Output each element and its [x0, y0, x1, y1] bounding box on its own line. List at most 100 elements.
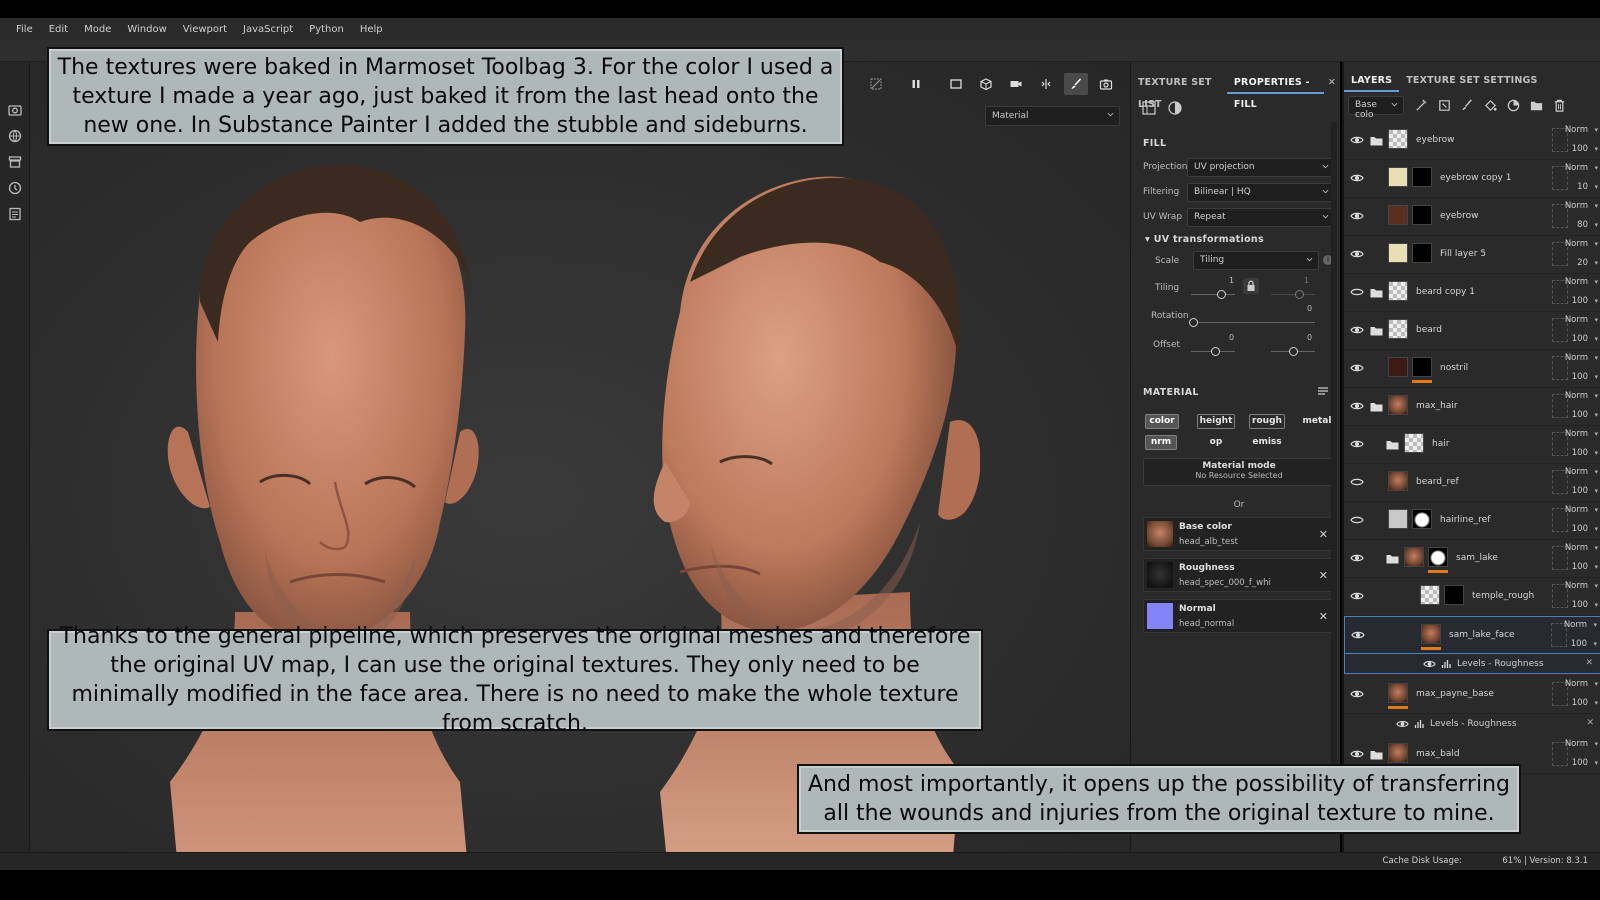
close-icon[interactable]: ✕ [1319, 610, 1328, 623]
chevron-down-icon[interactable]: ▾ [1594, 699, 1598, 707]
filtering-select[interactable]: Bilinear | HQ [1187, 183, 1335, 202]
layer-blend-mode[interactable]: Norm [1565, 467, 1588, 477]
eye-icon[interactable] [1423, 659, 1436, 669]
chevron-down-icon[interactable]: ▾ [1593, 640, 1597, 648]
eye-icon[interactable] [1351, 630, 1365, 640]
layer-row[interactable]: Fill layer 5 Norm ▾ 20 ▾ [1344, 236, 1600, 274]
chevron-down-icon[interactable]: ▾ [1594, 411, 1598, 419]
layer-blend-mode[interactable]: Norm [1565, 739, 1588, 749]
layer-row[interactable]: max_payne_base Norm ▾ 100 ▾ [1344, 676, 1600, 714]
layer-opacity[interactable]: 100 [1572, 410, 1588, 420]
chevron-down-icon[interactable]: ▾ [1594, 183, 1598, 191]
chevron-down-icon[interactable]: ▾ [1594, 506, 1598, 514]
chevron-down-icon[interactable]: ▾ [1594, 601, 1598, 609]
folder-icon[interactable] [1370, 136, 1383, 146]
layer-opacity[interactable]: 100 [1572, 600, 1588, 610]
layer-blend-mode[interactable]: Norm [1565, 391, 1588, 401]
normal-resource[interactable]: Normal head_normal ✕ [1143, 599, 1335, 633]
layer-effect-row[interactable]: Levels - Roughness ✕ [1344, 714, 1600, 734]
layer-opacity[interactable]: 80 [1577, 220, 1588, 230]
viewport-mode-select[interactable]: Material [985, 106, 1120, 126]
layer-blend-mode[interactable]: Norm [1565, 581, 1588, 591]
scale-select[interactable]: Tiling [1193, 251, 1319, 270]
layer-row[interactable]: hairline_ref Norm ▾ 100 ▾ [1344, 502, 1600, 540]
chevron-down-icon[interactable]: ▾ [1594, 449, 1598, 457]
eye-icon[interactable] [1350, 553, 1364, 563]
rotation-slider-handle[interactable] [1189, 318, 1198, 327]
paint-layer-icon[interactable] [1460, 98, 1475, 113]
cube-icon[interactable] [974, 73, 998, 95]
layer-opacity[interactable]: 100 [1572, 562, 1588, 572]
folder-icon[interactable] [1370, 402, 1383, 412]
properties-scrollbar[interactable] [1331, 122, 1337, 802]
layer-blend-mode[interactable]: Norm [1565, 125, 1588, 135]
tab-properties-fill[interactable]: PROPERTIES - FILL [1226, 72, 1324, 110]
layer-blend-mode[interactable]: Norm [1565, 163, 1588, 173]
chevron-down-icon[interactable]: ▾ [1594, 487, 1598, 495]
hide-icon[interactable] [864, 73, 888, 95]
chevron-down-icon[interactable]: ▾ [1594, 544, 1598, 552]
layer-row[interactable]: beard copy 1 Norm ▾ 100 ▾ [1344, 274, 1600, 312]
tab-texture-set-settings[interactable]: TEXTURE SET SETTINGS [1399, 70, 1544, 92]
lock-icon[interactable] [1243, 278, 1259, 294]
screenshot-camera-icon[interactable] [1094, 73, 1118, 95]
layer-mask-thumbnail[interactable] [1428, 547, 1448, 567]
fill-layer-icon[interactable] [1483, 98, 1498, 113]
menu-window[interactable]: Window [119, 24, 174, 35]
channel-rough-toggle[interactable]: rough [1249, 414, 1285, 429]
chevron-down-icon[interactable]: ▾ [1594, 468, 1598, 476]
chevron-down-icon[interactable]: ▾ [1594, 297, 1598, 305]
channel-nrm-toggle[interactable]: nrm [1145, 435, 1177, 450]
offset-slider-b-handle[interactable] [1289, 347, 1298, 356]
tiling-slider-b-handle[interactable] [1295, 290, 1304, 299]
eye-icon[interactable] [1350, 515, 1364, 525]
layer-mask-thumbnail[interactable] [1444, 585, 1464, 605]
material-mode-box[interactable]: Material mode No Resource Selected [1143, 458, 1335, 486]
chevron-down-icon[interactable]: ▾ [1594, 259, 1598, 267]
layer-opacity[interactable]: 100 [1572, 698, 1588, 708]
layer-row[interactable]: temple_rough Norm ▾ 100 ▾ [1344, 578, 1600, 616]
eye-icon[interactable] [1350, 401, 1364, 411]
offset-slider-a-handle[interactable] [1211, 347, 1220, 356]
eye-icon[interactable] [1350, 477, 1364, 487]
shelf-icon[interactable] [7, 154, 23, 170]
layer-blend-mode[interactable]: Norm [1565, 679, 1588, 689]
log-icon[interactable] [7, 206, 23, 222]
layer-blend-mode[interactable]: Norm [1565, 353, 1588, 363]
layer-opacity[interactable]: 100 [1572, 486, 1588, 496]
layer-blend-mode[interactable]: Norm [1565, 239, 1588, 249]
folder-icon[interactable] [1370, 288, 1383, 298]
chevron-down-icon[interactable]: ▾ [1594, 316, 1598, 324]
chevron-down-icon[interactable]: ▾ [1594, 221, 1598, 229]
chevron-down-icon[interactable]: ▾ [1594, 563, 1598, 571]
layer-row[interactable]: eyebrow Norm ▾ 100 ▾ [1344, 122, 1600, 160]
layer-opacity[interactable]: 100 [1572, 144, 1588, 154]
layer-row[interactable]: beard Norm ▾ 100 ▾ [1344, 312, 1600, 350]
eye-icon[interactable] [1350, 173, 1364, 183]
symmetry-icon[interactable] [1034, 73, 1058, 95]
effects-icon[interactable] [1414, 98, 1429, 113]
layer-row[interactable]: nostril Norm ▾ 100 ▾ [1344, 350, 1600, 388]
close-icon[interactable]: ✕ [1319, 569, 1328, 582]
layer-blend-mode[interactable]: Norm [1565, 315, 1588, 325]
layer-blend-mode[interactable]: Norm [1565, 277, 1588, 287]
selection-icon[interactable] [944, 73, 968, 95]
close-icon[interactable]: ✕ [1586, 718, 1594, 728]
eye-icon[interactable] [1350, 591, 1364, 601]
layer-row[interactable]: hair Norm ▾ 100 ▾ [1344, 426, 1600, 464]
layer-row[interactable]: eyebrow Norm ▾ 80 ▾ [1344, 198, 1600, 236]
rotation-slider[interactable] [1193, 322, 1315, 323]
mask-add-icon[interactable] [1437, 98, 1452, 113]
layer-mask-thumbnail[interactable] [1412, 243, 1432, 263]
layer-opacity[interactable]: 100 [1572, 334, 1588, 344]
layer-opacity[interactable]: 20 [1577, 258, 1588, 268]
video-camera-icon[interactable] [1004, 73, 1028, 95]
layer-effect-row[interactable]: Levels - Roughness ✕ [1344, 654, 1600, 674]
channel-select[interactable]: Base colo [1348, 96, 1404, 120]
close-icon[interactable]: ✕ [1319, 528, 1328, 541]
camera-icon[interactable] [7, 102, 23, 118]
eye-icon[interactable] [1350, 439, 1364, 449]
channel-height-toggle[interactable]: height [1197, 414, 1235, 429]
tiling-slider-a-handle[interactable] [1217, 290, 1226, 299]
projection-select[interactable]: UV projection [1187, 158, 1335, 177]
